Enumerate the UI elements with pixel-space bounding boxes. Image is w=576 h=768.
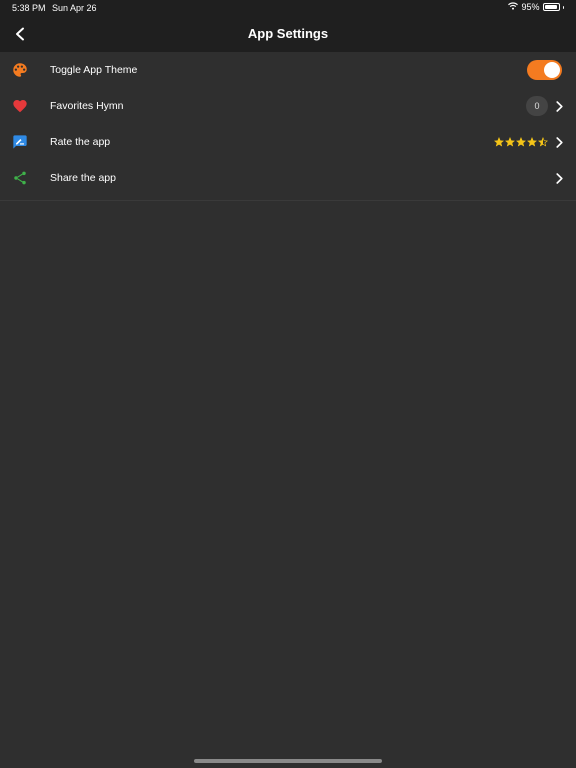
setting-rate-app[interactable]: Rate the app <box>0 124 576 160</box>
star-rating <box>494 137 548 147</box>
battery-percentage: 95% <box>521 2 540 12</box>
settings-list: Toggle App Theme Favorites Hymn 0 Rate t… <box>0 52 576 196</box>
battery-fill <box>544 5 557 9</box>
status-time: 5:38 PM <box>12 3 46 13</box>
star-full-icon <box>527 137 537 147</box>
setting-label: Share the app <box>50 172 116 184</box>
setting-label: Toggle App Theme <box>50 64 138 76</box>
setting-share-app[interactable]: Share the app <box>0 160 576 196</box>
setting-control: 0 <box>526 96 564 116</box>
battery-nub <box>562 5 564 9</box>
share-icon <box>11 169 29 187</box>
top-bar: 5:38 PM Sun Apr 26 95% App Settings <box>0 0 576 52</box>
chevron-right-icon <box>554 172 564 184</box>
rate-review-icon <box>11 133 29 151</box>
chevron-right-icon <box>554 136 564 148</box>
list-divider <box>0 200 576 201</box>
palette-icon <box>11 61 29 79</box>
star-full-icon <box>494 137 504 147</box>
theme-toggle[interactable] <box>527 60 562 80</box>
setting-label: Favorites Hymn <box>50 100 124 112</box>
status-bar: 5:38 PM Sun Apr 26 95% <box>0 0 576 16</box>
toggle-knob <box>544 62 560 78</box>
chevron-right-icon <box>554 100 564 112</box>
setting-favorites-hymn[interactable]: Favorites Hymn 0 <box>0 88 576 124</box>
setting-control <box>554 172 564 184</box>
star-half-icon <box>538 137 548 147</box>
setting-toggle-theme[interactable]: Toggle App Theme <box>0 52 576 88</box>
battery-icon <box>542 3 560 11</box>
setting-label: Rate the app <box>50 136 111 148</box>
page-title: App Settings <box>247 26 329 41</box>
setting-control <box>494 136 564 148</box>
home-indicator[interactable] <box>194 759 382 763</box>
status-right: 95% <box>508 2 564 12</box>
star-full-icon <box>505 137 515 147</box>
setting-control <box>527 60 564 80</box>
wifi-icon <box>508 2 519 12</box>
favorites-count-badge: 0 <box>526 96 548 116</box>
star-full-icon <box>516 137 526 147</box>
status-date: Sun Apr 26 <box>52 3 97 13</box>
heart-icon <box>11 97 29 115</box>
